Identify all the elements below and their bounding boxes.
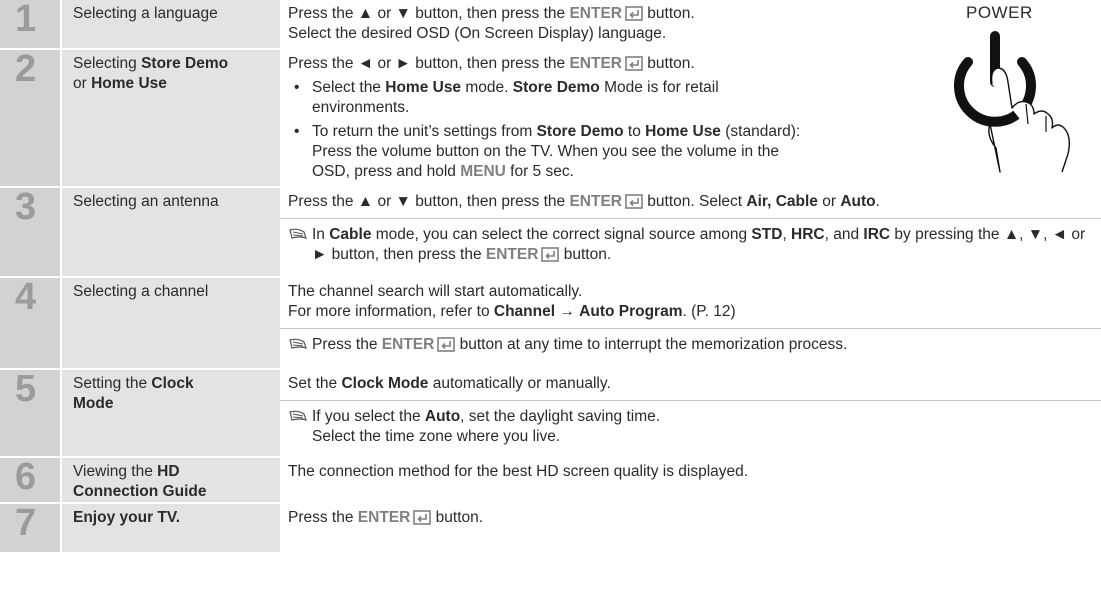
- step-row-6: 6 Viewing the HD Connection Guide The con…: [0, 456, 1101, 504]
- bullet-return-settings: To return the unit’s settings from Store…: [288, 122, 808, 182]
- step-row-4: 4 Selecting a channel The channel search…: [0, 276, 1101, 370]
- power-button-illustration: POWER: [930, 0, 1100, 180]
- step-content: Set the Clock Mode automatically or manu…: [280, 370, 1101, 447]
- note: If you select the Auto, set the daylight…: [288, 407, 1101, 447]
- enter-icon: [625, 56, 643, 71]
- bullet-home-use: Select the Home Use mode. Store Demo Mod…: [288, 78, 808, 118]
- step-number: 1: [15, 0, 37, 40]
- step-row-5: 5 Setting the Clock Mode Set the Clock Mo…: [0, 368, 1101, 458]
- step-number: 2: [15, 48, 37, 90]
- step-content: The channel search will start automatica…: [280, 278, 1101, 355]
- step-number: 5: [15, 368, 37, 410]
- step-row-3: 3 Selecting an antenna Press the ▲ or ▼ …: [0, 186, 1101, 278]
- step-number: 6: [15, 456, 37, 498]
- note-pencil-icon: [289, 228, 307, 239]
- note-pencil-icon: [289, 338, 307, 349]
- step-title: Selecting Store Demo or Home Use: [73, 55, 229, 92]
- note-pencil-icon: [289, 410, 307, 421]
- enter-icon: [541, 247, 560, 262]
- step-content: The connection method for the best HD sc…: [288, 463, 749, 480]
- enter-icon: [413, 510, 432, 525]
- step-title: Enjoy your TV.: [73, 509, 181, 526]
- step-title: Selecting a language: [73, 5, 218, 22]
- enter-icon: [437, 337, 456, 352]
- step-number: 3: [15, 186, 37, 228]
- step-content: Press the ▲ or ▼ button, then press the …: [280, 188, 1101, 265]
- step-number: 4: [15, 276, 37, 318]
- note: In Cable mode, you can select the correc…: [288, 225, 1101, 265]
- step-number: 7: [15, 502, 37, 544]
- power-label: POWER: [966, 3, 1033, 22]
- step-title: Viewing the HD Connection Guide: [73, 463, 207, 500]
- power-icon: [954, 31, 1071, 173]
- step-title: Selecting a channel: [73, 283, 209, 300]
- step-title: Selecting an antenna: [73, 193, 219, 210]
- step-content: Press the ENTER button.: [288, 509, 484, 526]
- enter-icon: [625, 6, 643, 21]
- step-title: Setting the Clock Mode: [73, 375, 194, 412]
- note: Press the ENTER button at any time to in…: [288, 335, 1101, 355]
- step-row-7: 7 Enjoy your TV. Press the ENTER button.: [0, 502, 1101, 554]
- enter-icon: [625, 194, 643, 209]
